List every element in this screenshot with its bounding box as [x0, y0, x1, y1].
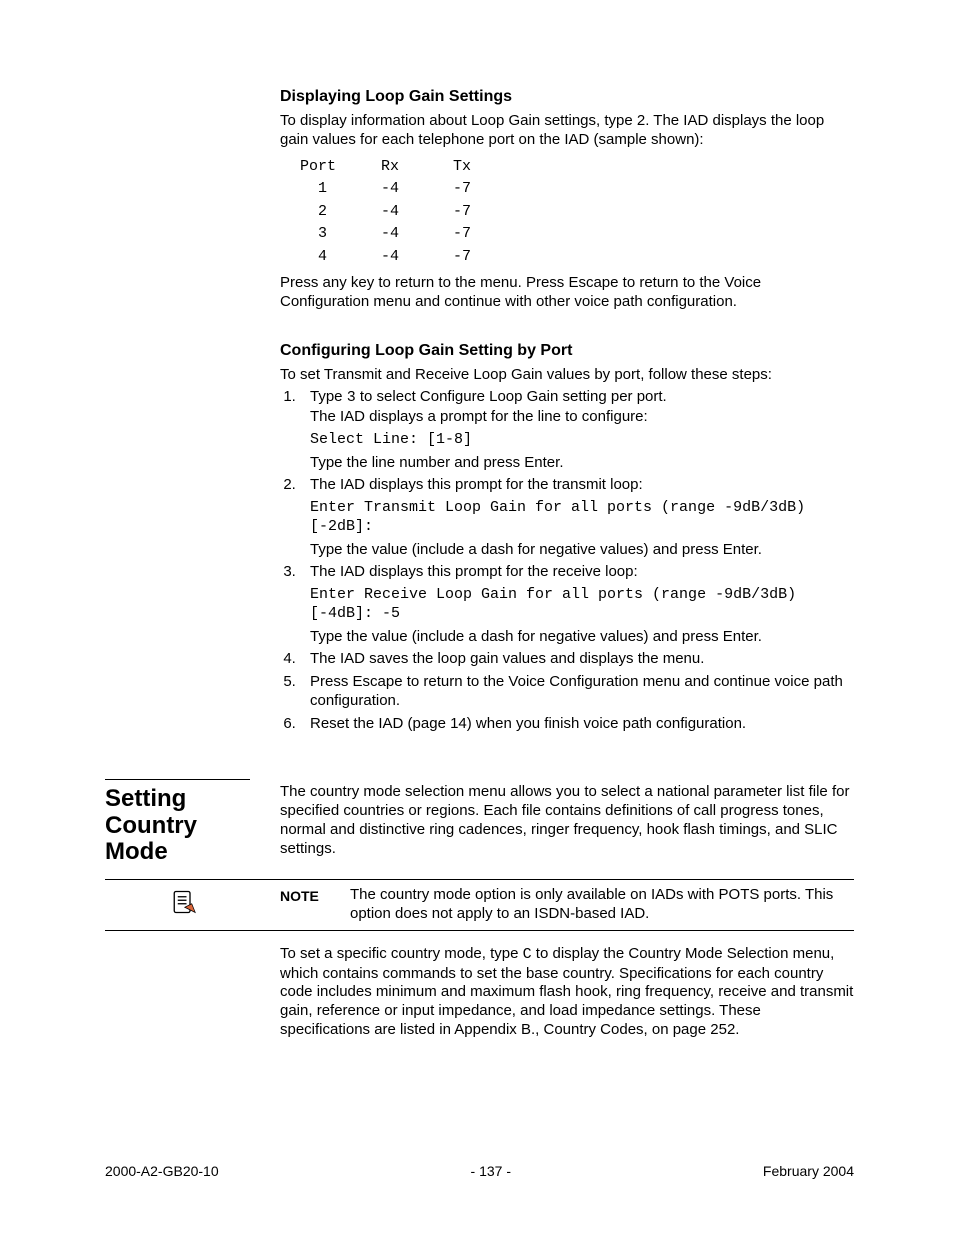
inline-code: 3	[347, 389, 356, 406]
step-text: The IAD displays this prompt for the rec…	[310, 563, 638, 580]
note-icon	[169, 888, 197, 920]
section-configure-loop-gain: Configuring Loop Gain Setting by Port To…	[280, 334, 854, 738]
step-text: Type the line number and press Enter.	[310, 454, 563, 471]
paragraph: To set a specific country mode, type C t…	[280, 945, 854, 1040]
step-item: The IAD displays this prompt for the tra…	[300, 476, 854, 559]
note-label: NOTE	[280, 886, 350, 904]
footer-date: February 2004	[763, 1163, 854, 1179]
step-text: Type the value (include a dash for negat…	[310, 628, 762, 645]
document-page: Displaying Loop Gain Settings To display…	[0, 0, 954, 1235]
code-prompt: Select Line: [1-8]	[310, 431, 854, 450]
code-sample-table: Port Rx Tx 1 -4 -7 2 -4 -7 3 -4 -7 4 -4 …	[300, 156, 854, 269]
step-text: The IAD displays a prompt for the line t…	[310, 408, 648, 425]
step-text: Type	[310, 388, 347, 405]
side-heading-country-mode: Setting Country Mode	[105, 779, 250, 865]
section-display-loop-gain: Displaying Loop Gain Settings To display…	[280, 80, 854, 316]
step-text: Press Escape to return to the Voice Conf…	[310, 673, 843, 709]
note-text: The country mode option is only availabl…	[350, 886, 854, 924]
step-item: The IAD saves the loop gain values and d…	[300, 650, 854, 669]
step-text: The IAD saves the loop gain values and d…	[310, 650, 704, 667]
code-prompt: Enter Receive Loop Gain for all ports (r…	[310, 586, 854, 624]
step-item: Reset the IAD (page 14) when you finish …	[300, 715, 854, 734]
inline-code: C	[523, 946, 532, 963]
step-item: Type 3 to select Configure Loop Gain set…	[300, 388, 854, 472]
step-item: Press Escape to return to the Voice Conf…	[300, 673, 854, 711]
step-text: Type the value (include a dash for negat…	[310, 541, 762, 558]
note-block: NOTE The country mode option is only ava…	[105, 879, 854, 931]
heading-display-loop-gain: Displaying Loop Gain Settings	[280, 88, 854, 106]
paragraph: Press any key to return to the menu. Pre…	[280, 274, 854, 312]
paragraph: The country mode selection menu allows y…	[280, 783, 854, 858]
paragraph: To display information about Loop Gain s…	[280, 112, 854, 150]
step-text: The IAD displays this prompt for the tra…	[310, 476, 643, 493]
page-footer: 2000-A2-GB20-10 - 137 - February 2004	[105, 1163, 854, 1179]
code-prompt: Enter Transmit Loop Gain for all ports (…	[310, 499, 854, 537]
footer-doc-id: 2000-A2-GB20-10	[105, 1163, 219, 1179]
ordered-steps: Type 3 to select Configure Loop Gain set…	[280, 388, 854, 733]
text: To set a specific country mode, type	[280, 945, 523, 962]
paragraph: To set Transmit and Receive Loop Gain va…	[280, 366, 854, 385]
footer-page-number: - 137 -	[471, 1163, 511, 1179]
step-item: The IAD displays this prompt for the rec…	[300, 563, 854, 646]
step-text: to select Configure Loop Gain setting pe…	[356, 388, 667, 405]
heading-configure-loop-gain: Configuring Loop Gain Setting by Port	[280, 342, 854, 360]
section-country-mode: Setting Country Mode The country mode se…	[105, 779, 854, 865]
step-text: Reset the IAD (page 14) when you finish …	[310, 715, 746, 732]
paragraph-block: To set a specific country mode, type C t…	[280, 941, 854, 1044]
